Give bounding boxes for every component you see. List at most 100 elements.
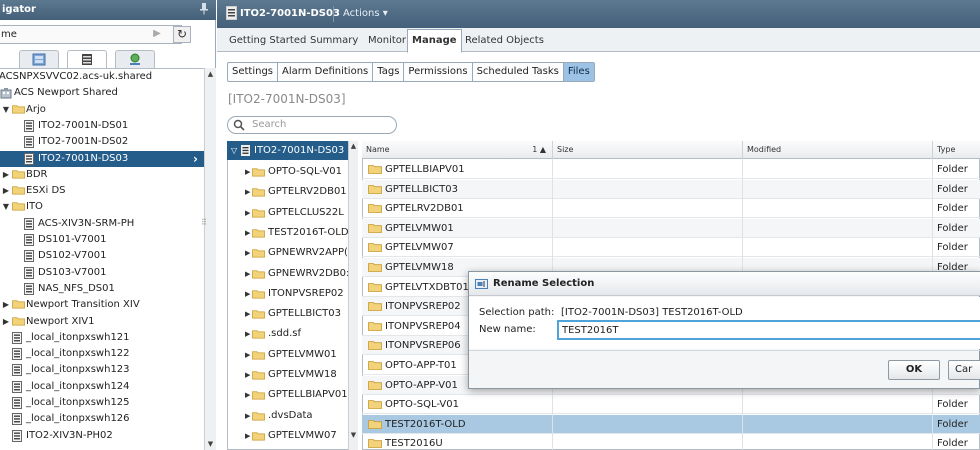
table-row[interactable]: TEST2016T-OLD Folder: [362, 414, 980, 434]
collapse-arrow-icon[interactable]: ▶: [245, 285, 250, 303]
navigator-tree-item[interactable]: ITO2-7001N-DS01: [0, 118, 204, 134]
collapse-arrow-icon[interactable]: ▶: [245, 427, 250, 445]
collapse-arrow-icon[interactable]: ▶: [245, 407, 250, 425]
folder-tree-item[interactable]: ▶ GPNEWRV2DB0:: [227, 265, 349, 283]
navigator-tree-item[interactable]: DS101-V7001: [0, 232, 204, 248]
navigator-tree-item[interactable]: _local_itonpxswh125: [0, 395, 204, 411]
table-row[interactable]: GPTELVMW07 Folder: [362, 238, 980, 258]
navigator-tree-item[interactable]: ITO2-7001N-DS03 ›: [0, 150, 204, 167]
navigator-tree-item[interactable]: ACS Newport Shared: [0, 85, 204, 101]
folder-tree-item[interactable]: ▶ ITONPVSREP02: [227, 285, 349, 303]
navigator-tree-item[interactable]: _local_itonpxswh126: [0, 411, 204, 427]
navigator-tree-item[interactable]: ACS-XIV3N-SRM-PH: [0, 216, 204, 232]
table-row[interactable]: GPTELRV2DB01 Folder: [362, 199, 980, 219]
table-row[interactable]: GPTELLBIAPV01 Folder: [362, 160, 980, 179]
folder-tree-scrollbar[interactable]: [348, 141, 358, 450]
expand-arrow-icon[interactable]: ▽: [231, 141, 237, 160]
tab-getting-started[interactable]: Getting Started: [227, 30, 308, 51]
collapse-arrow-icon[interactable]: ▶: [245, 204, 250, 222]
subtab-settings[interactable]: Settings: [228, 63, 279, 81]
collapse-arrow-icon[interactable]: ▶: [245, 305, 250, 323]
forward-arrow-icon[interactable]: ▶: [150, 27, 164, 41]
ok-button[interactable]: OK: [888, 360, 940, 380]
folder-tree-item[interactable]: ▶ GPTELVMW07: [227, 427, 349, 445]
column-header-name[interactable]: Name 1 ▲: [362, 141, 552, 159]
navigator-tree-item[interactable]: ITO2-7001N-DS02: [0, 134, 204, 150]
folder-tree-root[interactable]: ▽ ITO2-7001N-DS03: [227, 141, 348, 160]
folder-tree-item[interactable]: ▶ .dvsData: [227, 407, 349, 425]
subtab-scheduled-tasks[interactable]: Scheduled Tasks: [473, 63, 564, 81]
navigator-tree-item[interactable]: ▶ BDR: [0, 167, 204, 183]
hosts-clusters-tab-icon[interactable]: [19, 50, 59, 68]
navigator-tree-item[interactable]: ▶ Newport XIV1: [0, 314, 204, 330]
cancel-button[interactable]: Car: [948, 360, 980, 380]
scroll-up-arrow[interactable]: ▲: [349, 142, 358, 151]
collapse-arrow-icon[interactable]: ▶: [245, 386, 250, 404]
navigator-tree-item[interactable]: NAS_NFS_DS01: [0, 281, 204, 297]
column-header-size[interactable]: Size: [552, 141, 742, 159]
tab-summary[interactable]: Summary: [308, 30, 360, 51]
collapse-arrow-icon[interactable]: ▶: [245, 163, 250, 181]
collapse-arrow-icon[interactable]: ▶: [1, 167, 11, 183]
scroll-down-arrow[interactable]: ▼: [349, 431, 358, 440]
table-row[interactable]: TEST2016U Folder: [362, 434, 980, 450]
folder-tree-item[interactable]: ▶ OPTO-SQL-V01: [227, 163, 349, 181]
navigator-tree-item[interactable]: ▼ ITO: [0, 199, 204, 215]
folder-tree-item[interactable]: ▶ .sdd.sf: [227, 325, 349, 343]
subtab-files[interactable]: Files: [563, 63, 594, 81]
chevron-right-icon[interactable]: ›: [193, 151, 198, 167]
networking-tab-icon[interactable]: [115, 50, 155, 68]
collapse-arrow-icon[interactable]: ▶: [1, 183, 11, 199]
collapse-arrow-icon[interactable]: ▶: [1, 297, 11, 313]
expand-arrow-icon[interactable]: ▼: [1, 199, 11, 215]
navigator-tree-item[interactable]: ITO2-XIV3N-PH02: [0, 428, 204, 444]
navigator-tree-item[interactable]: DS102-V7001: [0, 248, 204, 264]
folder-tree-item[interactable]: ▶ GPNEWRV2APP(: [227, 244, 349, 262]
history-icon[interactable]: ↻: [173, 26, 191, 43]
tab-manage[interactable]: Manage: [407, 29, 462, 53]
collapse-arrow-icon[interactable]: ▶: [245, 224, 250, 242]
folder-tree-item[interactable]: ▶ GPTELLBIAPV01: [227, 386, 349, 404]
subtab-tags[interactable]: Tags: [373, 63, 405, 81]
manage-subtabs: Settings Alarm Definitions Tags Permissi…: [227, 62, 595, 82]
new-name-input[interactable]: [557, 320, 980, 340]
navigator-tree-item[interactable]: ACSNPXSVVC02.acs-uk.shared: [0, 69, 204, 85]
expand-arrow-icon[interactable]: ▼: [1, 102, 11, 118]
storage-tab-icon[interactable]: [67, 50, 107, 69]
navigator-tree-item[interactable]: _local_itonpxswh121: [0, 330, 204, 346]
navigator-tree-item[interactable]: DS103-V7001: [0, 265, 204, 281]
navigator-tree-item[interactable]: _local_itonpxswh123: [0, 362, 204, 378]
navigator-tree-item[interactable]: _local_itonpxswh122: [0, 346, 204, 362]
folder-tree-item[interactable]: ▶ GPTELLBICT03: [227, 305, 349, 323]
folder-tree-item[interactable]: ▶ TEST2016T-OLD: [227, 224, 349, 242]
collapse-arrow-icon[interactable]: ▶: [245, 244, 250, 262]
folder-tree-item[interactable]: ▶ GPTELRV2DB01: [227, 183, 349, 201]
folder-tree-item[interactable]: ▶ GPTELCLUS22L: [227, 204, 349, 222]
navigator-tree-item[interactable]: _local_itonpxswh124: [0, 379, 204, 395]
collapse-arrow-icon[interactable]: ▶: [1, 314, 11, 330]
subtab-permissions[interactable]: Permissions: [404, 63, 473, 81]
navigator-tree-item[interactable]: ▶ Newport Transition XIV: [0, 297, 204, 313]
table-row[interactable]: OPTO-SQL-V01 Folder: [362, 395, 980, 415]
folder-tree-item[interactable]: ▶ GPTELVMW01: [227, 346, 349, 364]
table-row[interactable]: GPTELLBICT03 Folder: [362, 179, 980, 199]
tab-related-objects[interactable]: Related Objects: [463, 30, 546, 51]
collapse-arrow-icon[interactable]: ▶: [245, 346, 250, 364]
collapse-arrow-icon[interactable]: ▶: [245, 183, 250, 201]
collapse-arrow-icon[interactable]: ▶: [245, 325, 250, 343]
collapse-arrow-icon[interactable]: ▶: [245, 366, 250, 384]
navigator-tree-item[interactable]: ▼ Arjo: [0, 102, 204, 118]
folder-icon: [252, 431, 265, 441]
collapse-arrow-icon[interactable]: ▶: [245, 265, 250, 283]
column-header-type[interactable]: Type: [932, 141, 980, 159]
navigator-tree-item[interactable]: ▶ ESXi DS: [0, 183, 204, 199]
column-header-modified[interactable]: Modified: [742, 141, 932, 159]
actions-menu[interactable]: Actions ▾: [343, 0, 388, 28]
folder-tree-item[interactable]: ▶ GPTELVMW18: [227, 366, 349, 384]
tab-monitor[interactable]: Monitor: [366, 30, 408, 51]
table-row[interactable]: GPTELVMW01 Folder: [362, 218, 980, 238]
pin-icon[interactable]: [199, 3, 211, 17]
subtab-alarm-definitions[interactable]: Alarm Definitions: [278, 63, 374, 81]
splitter-grip[interactable]: ⠿: [201, 218, 209, 228]
navigator-scrollbar[interactable]: ▲ ▼: [204, 68, 216, 450]
